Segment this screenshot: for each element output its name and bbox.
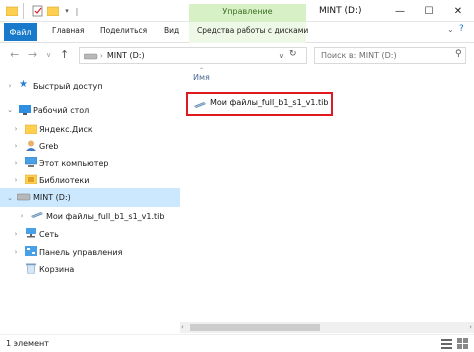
chevron-down-icon[interactable]: ⌄ [6, 106, 14, 114]
sidebar-item-label: Рабочий стол [33, 105, 90, 115]
qat-separator-bar: | [75, 6, 79, 16]
up-icon[interactable]: ↑ [60, 48, 69, 61]
close-button[interactable]: ✕ [443, 0, 473, 22]
sidebar-item-recycle-bin[interactable]: Корзина [0, 260, 180, 278]
user-folder-icon [25, 140, 37, 151]
sidebar-item-label: Быстрый доступ [33, 81, 103, 91]
tab-disk-tools[interactable]: Средства работы с дисками [197, 26, 308, 35]
sidebar-item-label: Яндекс.Диск [39, 124, 93, 134]
sidebar-item-libraries[interactable]: › Библиотеки [0, 171, 180, 189]
libraries-icon [24, 174, 38, 185]
ribbon-expand-icon[interactable]: ⌄ [447, 25, 454, 34]
sidebar-item-label: Мои файлы_full_b1_s1_v1.tib [46, 211, 165, 221]
sidebar-item-this-pc[interactable]: › Этот компьютер [0, 154, 180, 172]
recent-locations-icon[interactable]: ∨ [46, 51, 51, 59]
breadcrumb[interactable]: MINT (D:) [107, 51, 145, 60]
address-bar[interactable]: › MINT (D:) ∨ [79, 47, 307, 64]
ribbon-tabs: Файл Главная Поделиться Вид Средства раб… [0, 22, 474, 43]
tib-file-icon [31, 211, 43, 221]
sidebar-item-label: Этот компьютер [39, 158, 109, 168]
sidebar-item-label: Greb [39, 141, 59, 151]
breadcrumb-separator-icon: › [100, 51, 103, 60]
list-item[interactable]: Мои файлы_full_b1_s1_v1.tib [186, 92, 333, 116]
chevron-right-icon[interactable]: › [12, 142, 20, 150]
sidebar-item-label: Сеть [39, 229, 59, 239]
sidebar-item-label: Панель управления [39, 247, 123, 257]
chevron-right-icon[interactable]: › [12, 159, 20, 167]
sidebar-item-label: Библиотеки [39, 175, 90, 185]
chevron-right-icon[interactable]: › [12, 230, 20, 238]
qat-customize-icon[interactable]: ▾ [62, 3, 72, 19]
chevron-down-icon[interactable]: ⌄ [6, 194, 14, 202]
sidebar-item-mint-drive[interactable]: ⌄ MINT (D:) [0, 188, 180, 207]
sidebar-item-label: Корзина [39, 264, 75, 274]
sidebar-item-label: MINT (D:) [33, 193, 71, 202]
tab-file[interactable]: Файл [4, 23, 37, 41]
sidebar-item-control-panel[interactable]: › Панель управления [0, 243, 180, 261]
explorer-icon [5, 3, 19, 19]
sidebar-item-greb[interactable]: › Greb [0, 137, 180, 155]
computer-icon [24, 156, 38, 167]
back-icon[interactable]: ← [10, 48, 19, 61]
scrollbar-thumb[interactable] [190, 324, 320, 331]
properties-icon[interactable] [30, 3, 44, 19]
forward-icon[interactable]: → [28, 48, 37, 61]
navigation-pane: › ★ Быстрый доступ ⌄ Рабочий стол › Янде… [0, 70, 180, 334]
star-icon: ★ [19, 79, 28, 90]
title-bar: ▾ | Управление MINT (D:) — ☐ ✕ [0, 0, 474, 22]
tab-view[interactable]: Вид [164, 26, 179, 35]
sidebar-item-network[interactable]: › Сеть [0, 225, 180, 243]
chevron-right-icon[interactable]: › [12, 248, 20, 256]
maximize-button[interactable]: ☐ [414, 0, 444, 22]
item-count: 1 элемент [6, 339, 49, 348]
search-input[interactable]: Поиск в: MINT (D:) [314, 47, 466, 64]
file-name: Мои файлы_full_b1_s1_v1.tib [210, 98, 329, 107]
manage-label: Управление [222, 7, 273, 16]
search-icon[interactable]: ⚲ [455, 49, 462, 59]
details-view-icon[interactable] [441, 338, 453, 349]
chevron-right-icon[interactable]: › [18, 212, 26, 220]
chevron-right-icon[interactable]: › [6, 82, 14, 90]
refresh-icon[interactable]: ↻ [289, 49, 297, 59]
chevron-right-icon[interactable]: › [12, 176, 20, 184]
sidebar-item-tib-file[interactable]: › Мои файлы_full_b1_s1_v1.tib [0, 207, 180, 225]
scroll-right-icon[interactable]: › [469, 323, 472, 331]
search-placeholder: Поиск в: MINT (D:) [321, 51, 397, 60]
address-dropdown-icon[interactable]: ∨ [279, 52, 284, 60]
large-icons-view-icon[interactable] [457, 338, 469, 349]
drive-icon [16, 193, 31, 203]
horizontal-scrollbar[interactable]: ‹ › [180, 322, 474, 333]
tab-home[interactable]: Главная [52, 26, 84, 35]
chevron-right-icon[interactable]: › [12, 125, 20, 133]
minimize-button[interactable]: — [385, 0, 415, 22]
control-panel-icon [25, 246, 37, 256]
sidebar-item-desktop[interactable]: ⌄ Рабочий стол [0, 101, 180, 119]
tib-file-icon [194, 101, 206, 112]
help-icon[interactable]: ? [459, 24, 464, 34]
drive-icon [84, 53, 98, 59]
sidebar-item-yandex-disk[interactable]: › Яндекс.Диск [0, 120, 180, 138]
recycle-bin-icon [25, 263, 37, 275]
sidebar-item-quick-access[interactable]: › ★ Быстрый доступ [0, 77, 180, 95]
tab-share[interactable]: Поделиться [100, 26, 147, 35]
network-icon [25, 228, 37, 238]
window-title: MINT (D:) [319, 6, 362, 16]
new-folder-icon[interactable] [46, 3, 60, 19]
desktop-icon [19, 105, 31, 115]
yandex-disk-icon [24, 124, 38, 135]
column-header-name[interactable]: Имя [193, 73, 210, 82]
scroll-left-icon[interactable]: ‹ [181, 323, 184, 331]
status-bar: 1 элемент [0, 334, 474, 352]
address-row: ← → ∨ ↑ › MINT (D:) ∨ ↻ Поиск в: MINT (D… [0, 43, 474, 67]
